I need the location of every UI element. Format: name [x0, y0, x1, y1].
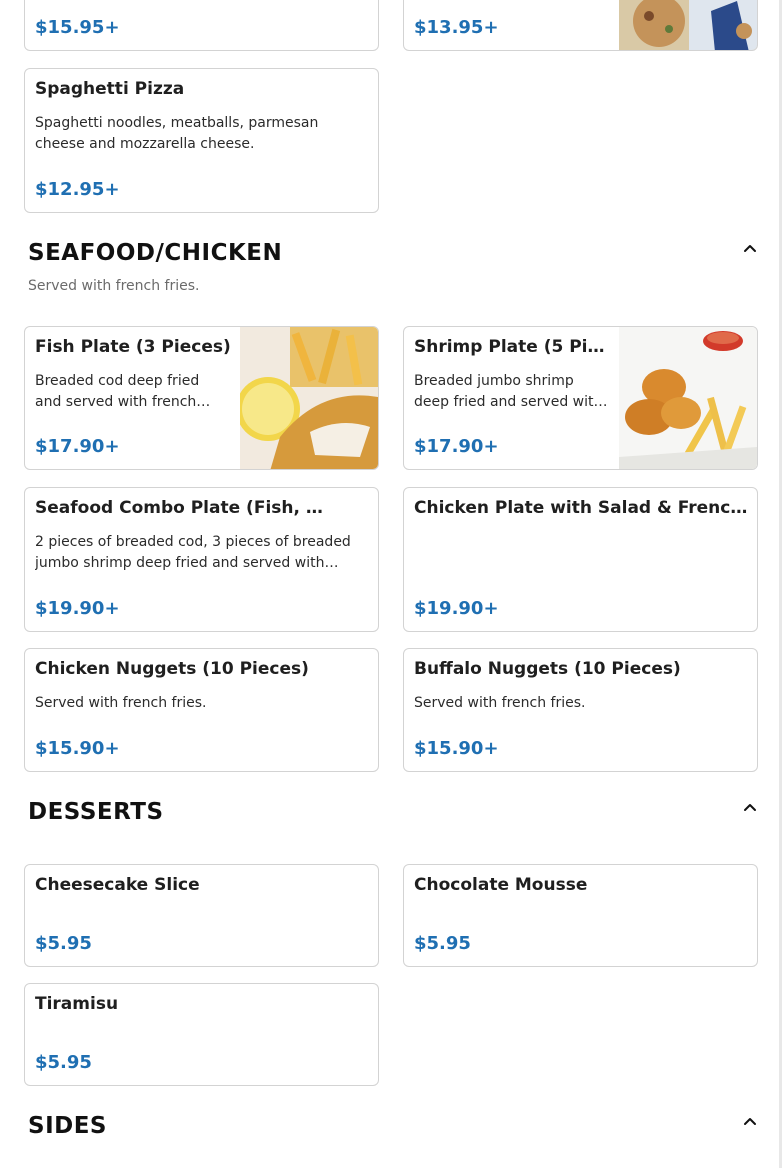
- item-price: $19.90+: [414, 598, 499, 619]
- item-name: Chicken Plate with Salad & French Fries: [414, 498, 749, 518]
- item-name: Buffalo Nuggets (10 Pieces): [414, 659, 681, 679]
- menu-item-card[interactable]: Cheesecake Slice $5.95: [24, 864, 379, 967]
- menu-item-card[interactable]: Fish Plate (3 Pieces) Breaded cod deep f…: [24, 326, 379, 470]
- item-name: Spaghetti Pizza: [35, 79, 185, 99]
- item-description: Served with french fries.: [414, 695, 586, 711]
- item-description: Breaded cod deep fried and served with f…: [35, 373, 200, 410]
- item-price: $12.95+: [35, 179, 120, 200]
- item-price: $5.95: [35, 933, 92, 954]
- item-price: $15.95+: [35, 17, 120, 38]
- shrimp-plate-photo: [619, 327, 757, 469]
- item-name: Tiramisu: [35, 994, 119, 1014]
- item-name: Fish Plate (3 Pieces): [35, 337, 231, 357]
- item-price: $19.90+: [35, 598, 120, 619]
- menu-item-card[interactable]: Buffalo Nuggets (10 Pieces) Served with …: [403, 648, 758, 772]
- menu-item-card[interactable]: Shrimp Plate (5 Pieces) Breaded jumbo sh…: [403, 326, 758, 470]
- item-price: $17.90+: [414, 436, 499, 457]
- chevron-up-icon[interactable]: [742, 1113, 758, 1129]
- item-name: Chocolate Mousse: [414, 875, 588, 895]
- item-name: Cheesecake Slice: [35, 875, 200, 895]
- menu-item-card[interactable]: Chicken Plate with Salad & French Fries …: [403, 487, 758, 632]
- section-subtitle: Served with french fries.: [28, 278, 200, 294]
- menu-item-card[interactable]: Spaghetti Pizza Spaghetti noodles, meatb…: [24, 68, 379, 213]
- menu-item-card[interactable]: $15.95+: [24, 0, 379, 51]
- item-name: Seafood Combo Plate (Fish, Shrimp): [35, 498, 331, 518]
- item-price: $5.95: [414, 933, 471, 954]
- chevron-up-icon[interactable]: [742, 799, 758, 815]
- item-price: $15.90+: [414, 738, 499, 759]
- menu-item-card[interactable]: Seafood Combo Plate (Fish, Shrimp) 2 pie…: [24, 487, 379, 632]
- item-price: $13.95+: [414, 17, 499, 38]
- section-title-seafood: SEAFOOD/CHICKEN: [28, 240, 283, 266]
- item-description: Served with french fries.: [35, 695, 207, 711]
- menu-item-card[interactable]: Tiramisu $5.95: [24, 983, 379, 1086]
- menu-item-card[interactable]: $13.95+: [403, 0, 758, 51]
- menu-item-card[interactable]: Chocolate Mousse $5.95: [403, 864, 758, 967]
- item-description: Breaded jumbo shrimp deep fried and serv…: [414, 373, 603, 410]
- item-description: 2 pieces of breaded cod, 3 pieces of bre…: [35, 534, 351, 571]
- menu-item-card[interactable]: Chicken Nuggets (10 Pieces) Served with …: [24, 648, 379, 772]
- item-price: $17.90+: [35, 436, 120, 457]
- item-price: $5.95: [35, 1052, 92, 1073]
- item-description: Spaghetti noodles, meatballs, parmesan c…: [35, 115, 319, 152]
- item-name: Shrimp Plate (5 Pieces): [414, 337, 610, 357]
- chevron-up-icon[interactable]: [742, 240, 758, 256]
- item-price: $15.90+: [35, 738, 120, 759]
- pizza-photo: [619, 0, 757, 50]
- item-name: Chicken Nuggets (10 Pieces): [35, 659, 309, 679]
- fish-plate-photo: [240, 327, 378, 469]
- section-title-sides: SIDES: [28, 1113, 107, 1139]
- section-title-desserts: DESSERTS: [28, 799, 164, 825]
